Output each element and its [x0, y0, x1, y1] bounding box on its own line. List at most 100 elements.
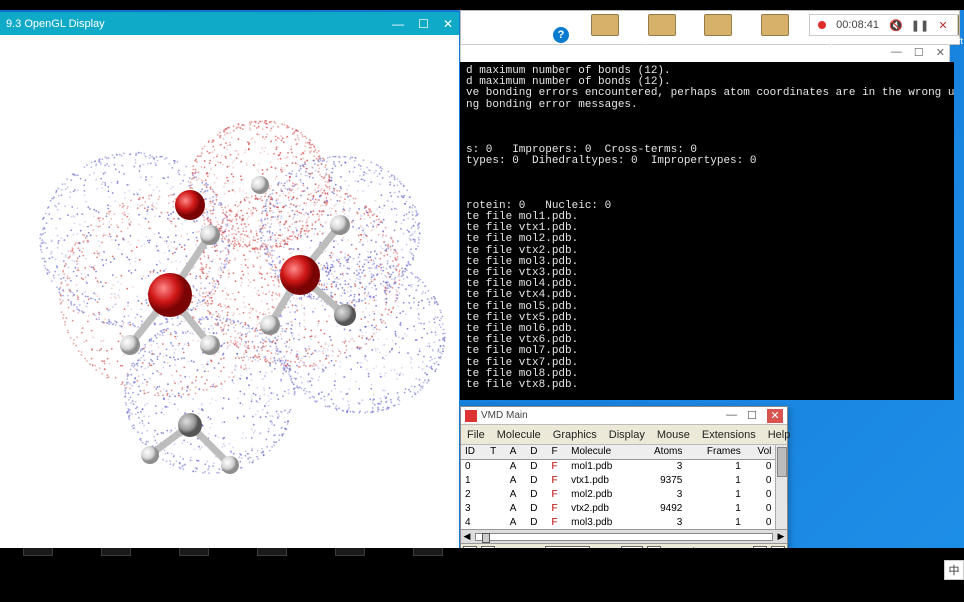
desktop-icon[interactable]: Multiw...	[586, 14, 625, 46]
desktop-icon-label: Avogadro	[812, 36, 850, 46]
cell	[486, 473, 506, 487]
cell: F	[547, 515, 567, 529]
pause-button[interactable]: ❚❚	[913, 18, 927, 32]
cell: 1	[686, 515, 744, 529]
traj-step-fwd-icon[interactable]: ▶	[775, 531, 787, 542]
cell: 9492	[636, 501, 687, 515]
col-f[interactable]: F	[547, 445, 567, 459]
desktop-icon[interactable]: packmol	[643, 14, 682, 46]
menu-mouse[interactable]: Mouse	[657, 429, 690, 441]
opengl-titlebar[interactable]: 9.3 OpenGL Display — ☐ ✕	[0, 13, 459, 35]
cell: mol1.pdb	[567, 459, 636, 473]
cell: 1	[686, 501, 744, 515]
desktop-icon[interactable]: ORCA	[756, 14, 795, 46]
taskbar-item[interactable]	[248, 542, 296, 568]
col-t[interactable]: T	[486, 445, 506, 459]
ime-indicator[interactable]: 中	[944, 560, 964, 580]
vmd-menubar: File Molecule Graphics Display Mouse Extensio…	[461, 425, 787, 445]
cell: 9375	[636, 473, 687, 487]
opengl-viewport[interactable]	[0, 35, 459, 548]
cell: 0	[745, 501, 776, 515]
cell: 0	[745, 473, 776, 487]
col-d[interactable]: D	[526, 445, 547, 459]
cell: 0	[461, 459, 486, 473]
opengl-title: 9.3 OpenGL Display	[6, 18, 105, 30]
cell: D	[526, 487, 547, 501]
cell: D	[526, 459, 547, 473]
mute-icon[interactable]: 🔇	[889, 18, 903, 32]
col-a[interactable]: A	[506, 445, 526, 459]
vmd-titlebar[interactable]: VMD Main — ☐ ✕	[461, 407, 787, 425]
table-row[interactable]: 3ADFvtx2.pdb949210	[461, 501, 775, 515]
screen-recorder-bar: 00:08:41 🔇 ❚❚ ✕	[809, 14, 958, 36]
traj-step-back-icon[interactable]: ◀	[461, 531, 473, 542]
trajectory-slider[interactable]	[475, 533, 773, 541]
record-timer: 00:08:41	[836, 19, 879, 31]
cell: 1	[461, 473, 486, 487]
desktop-icon-label: Microsoft	[927, 36, 964, 46]
desktop-icon-label: CYLview	[870, 36, 906, 46]
cell: D	[526, 515, 547, 529]
cell: A	[506, 515, 526, 529]
cell: 0	[745, 487, 776, 501]
cell: F	[547, 487, 567, 501]
table-row[interactable]: 2ADFmol2.pdb310	[461, 487, 775, 501]
cell: 1	[686, 459, 744, 473]
menu-extensions[interactable]: Extensions	[702, 429, 756, 441]
cell: 3	[636, 515, 687, 529]
vmd-close-button[interactable]: ✕	[767, 409, 783, 423]
cell: 1	[686, 487, 744, 501]
taskbar-item[interactable]	[14, 542, 62, 568]
taskbar-item[interactable]	[326, 542, 374, 568]
cell: 0	[745, 459, 776, 473]
cell: D	[526, 501, 547, 515]
folder-icon	[761, 14, 789, 36]
cell: 3	[461, 501, 486, 515]
cell: A	[506, 501, 526, 515]
cell: F	[547, 473, 567, 487]
vmd-minimize-button[interactable]: —	[726, 409, 737, 423]
col-atoms[interactable]: Atoms	[636, 445, 687, 459]
cell: 4	[461, 515, 486, 529]
menu-display[interactable]: Display	[609, 429, 645, 441]
vmd-maximize-button[interactable]: ☐	[747, 409, 757, 423]
stop-button[interactable]: ✕	[937, 19, 949, 31]
menu-file[interactable]: File	[467, 429, 485, 441]
cell	[486, 459, 506, 473]
taskbar-item[interactable]	[170, 542, 218, 568]
ogl-close-button[interactable]: ✕	[443, 17, 453, 31]
molecule-table-wrap: IDTADFMoleculeAtomsFramesVol 0ADFmol1.pd…	[461, 445, 787, 529]
cell: mol2.pdb	[567, 487, 636, 501]
col-vol[interactable]: Vol	[745, 445, 776, 459]
record-indicator-icon	[818, 21, 826, 29]
ogl-maximize-button[interactable]: ☐	[418, 17, 429, 31]
folder-icon	[648, 14, 676, 36]
menu-graphics[interactable]: Graphics	[553, 429, 597, 441]
desktop-icon-label: ORCA	[762, 36, 788, 46]
molecule-table[interactable]: IDTADFMoleculeAtomsFramesVol 0ADFmol1.pd…	[461, 445, 775, 529]
col-id[interactable]: ID	[461, 445, 486, 459]
table-scrollbar[interactable]	[775, 445, 787, 529]
col-molecule[interactable]: Molecule	[567, 445, 636, 459]
vmd-console-terminal[interactable]: d maximum number of bonds (12). d maximu…	[460, 62, 954, 400]
taskbar-item[interactable]	[404, 542, 452, 568]
desktop-icon[interactable]: thermo	[699, 14, 738, 46]
menu-molecule[interactable]: Molecule	[497, 429, 541, 441]
cell: 3	[636, 459, 687, 473]
table-row[interactable]: 1ADFvtx1.pdb937510	[461, 473, 775, 487]
vmd-app-icon	[465, 410, 477, 422]
help-icon[interactable]: ?	[553, 27, 569, 43]
cell: vtx2.pdb	[567, 501, 636, 515]
menu-help[interactable]: Help	[768, 429, 791, 441]
table-row[interactable]: 4ADFmol3.pdb310	[461, 515, 775, 529]
table-row[interactable]: 0ADFmol1.pdb310	[461, 459, 775, 473]
cell: A	[506, 487, 526, 501]
col-frames[interactable]: Frames	[686, 445, 744, 459]
cell: mol3.pdb	[567, 515, 636, 529]
cell: A	[506, 459, 526, 473]
vmd-title: VMD Main	[481, 410, 528, 421]
vmd-main-window: VMD Main — ☐ ✕ File Molecule Graphics Displ…	[460, 406, 788, 562]
cell	[486, 487, 506, 501]
ogl-minimize-button[interactable]: —	[392, 17, 404, 31]
taskbar-item[interactable]	[92, 542, 140, 568]
